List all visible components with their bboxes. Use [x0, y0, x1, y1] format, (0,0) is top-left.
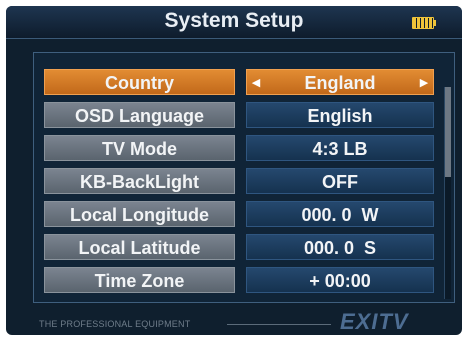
setting-value[interactable]: OFF	[246, 168, 434, 194]
setting-row-country[interactable]: Country ◀ England ▶	[44, 69, 444, 95]
setting-row-osd-language[interactable]: OSD Language English	[44, 102, 444, 128]
setting-value[interactable]: 000. 0 W	[246, 201, 434, 227]
setting-value[interactable]: + 00:00	[246, 267, 434, 293]
setting-value[interactable]: 000. 0 S	[246, 234, 434, 260]
setting-value[interactable]: ◀ England ▶	[246, 69, 434, 95]
setting-row-kb-backlight[interactable]: KB-BackLight OFF	[44, 168, 444, 194]
setting-value[interactable]: 4:3 LB	[246, 135, 434, 161]
brand-logo: EXITV	[340, 309, 409, 334]
settings-panel: Country ◀ England ▶ OSD Language English…	[33, 52, 455, 303]
footer-tagline: THE PROFESSIONAL EQUIPMENT	[39, 319, 191, 329]
setting-label: Local Longitude	[44, 201, 235, 227]
setting-label: Time Zone	[44, 267, 235, 293]
arrow-left-icon[interactable]: ◀	[249, 70, 263, 96]
setting-label: TV Mode	[44, 135, 235, 161]
setting-row-local-longitude[interactable]: Local Longitude 000. 0 W	[44, 201, 444, 227]
setting-label: Local Latitude	[44, 234, 235, 260]
scrollbar[interactable]	[444, 87, 451, 299]
setting-label: KB-BackLight	[44, 168, 235, 194]
screen: System Setup Country ◀ England ▶ OSD Lan…	[6, 6, 462, 335]
setting-value[interactable]: English	[246, 102, 434, 128]
setting-row-local-latitude[interactable]: Local Latitude 000. 0 S	[44, 234, 444, 260]
setting-row-tv-mode[interactable]: TV Mode 4:3 LB	[44, 135, 444, 161]
setting-label: OSD Language	[44, 102, 235, 128]
footer-divider	[227, 324, 331, 325]
setting-row-time-zone[interactable]: Time Zone + 00:00	[44, 267, 444, 293]
title-bar: System Setup	[6, 6, 462, 39]
arrow-right-icon[interactable]: ▶	[417, 70, 431, 96]
setting-label: Country	[44, 69, 235, 95]
page-title: System Setup	[164, 9, 304, 32]
setting-value-text: England	[304, 73, 376, 93]
battery-icon	[412, 17, 436, 29]
scroll-thumb[interactable]	[445, 87, 451, 177]
